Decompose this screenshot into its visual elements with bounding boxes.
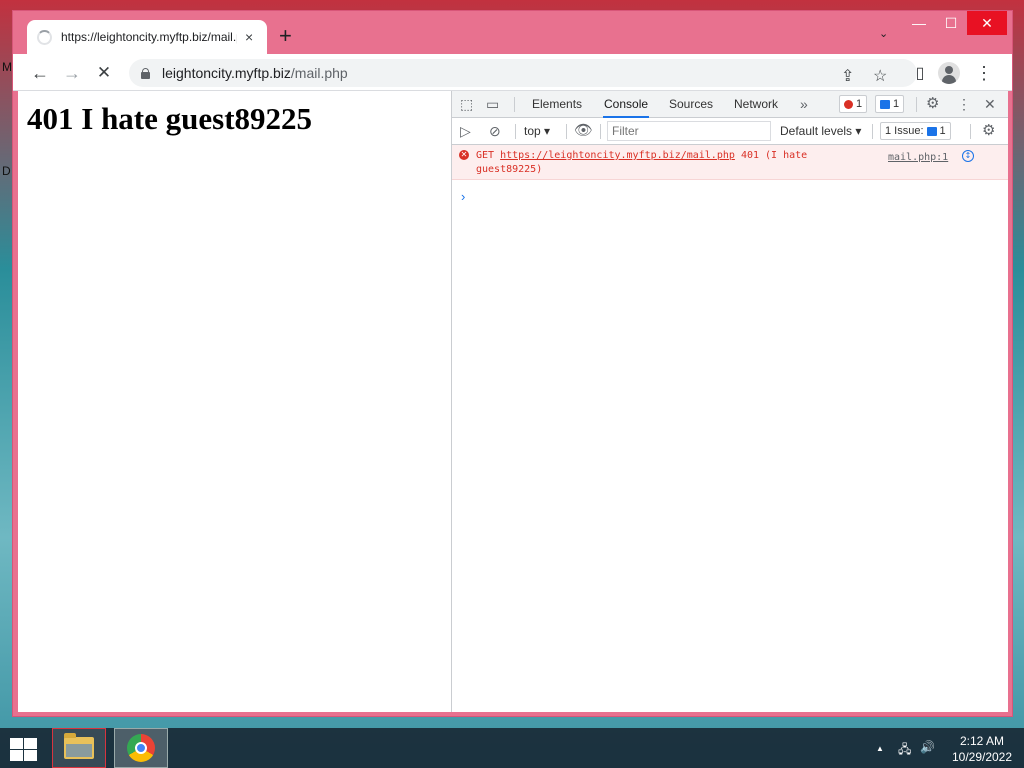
toolbar-divider — [872, 124, 873, 139]
toolbar-divider — [514, 97, 515, 112]
tab-elements[interactable]: Elements — [532, 91, 582, 118]
tab-search-icon[interactable]: ⌄ — [879, 27, 888, 40]
browser-window: https://leightoncity.myftp.biz/mail.php … — [12, 10, 1013, 717]
forward-button[interactable]: → — [59, 60, 85, 86]
desktop-label-d: D — [2, 164, 11, 178]
context-label: top — [524, 124, 541, 138]
bookmark-star-icon[interactable]: ☆ — [873, 66, 887, 86]
issue-message-icon — [926, 126, 937, 136]
error-dot-icon — [844, 99, 853, 109]
issues-button[interactable]: 1 Issue: 1 — [880, 122, 951, 140]
browser-tab[interactable]: https://leightoncity.myftp.biz/mail.php … — [27, 20, 267, 54]
close-devtools-icon[interactable]: ✕ — [984, 95, 996, 113]
console-error-message: ✕ GET https://leightoncity.myftp.biz/mai… — [452, 145, 1008, 180]
log-levels-dropdown[interactable]: Default levels ▾ — [780, 118, 861, 145]
chrome-taskbar-button[interactable] — [114, 728, 168, 768]
clock-date: 10/29/2022 — [951, 750, 1013, 764]
error-count: 1 — [856, 98, 863, 110]
message-count: 1 — [893, 98, 900, 110]
minimize-button[interactable]: — — [903, 11, 935, 35]
network-request-icon[interactable]: ↕ — [962, 150, 974, 162]
console-prompt[interactable]: › — [461, 189, 465, 204]
browser-toolbar: ← → ✕ leightoncity.myftp.biz/mail.php ⇪ … — [13, 54, 1012, 91]
error-text: GET https://leightoncity.myftp.biz/mail.… — [476, 149, 871, 177]
tab-console[interactable]: Console — [603, 91, 650, 118]
devtools-menu-icon[interactable]: ⋮ — [957, 95, 971, 113]
clear-console-icon[interactable]: ⊘ — [489, 122, 501, 140]
settings-gear-icon[interactable]: ⚙ — [926, 95, 939, 113]
menu-kebab-icon[interactable]: ⋮ — [971, 60, 997, 86]
tray-chevron-icon[interactable]: ▲ — [876, 744, 884, 753]
console-filter-input[interactable] — [607, 121, 771, 141]
message-icon — [880, 99, 890, 109]
error-count-badge[interactable]: 1 — [839, 95, 868, 113]
profile-avatar-icon[interactable] — [938, 62, 960, 84]
toolbar-divider — [600, 124, 601, 139]
message-count-badge[interactable]: 1 — [875, 95, 905, 113]
tab-title: https://leightoncity.myftp.biz/mail.php — [61, 30, 237, 44]
clock-time: 2:12 AM — [959, 734, 1005, 748]
devtools-tabbar: ⬚ ▭ Elements Console Sources Network » 1… — [452, 91, 1008, 118]
maximize-button[interactable]: ☐ — [935, 11, 967, 35]
lock-icon[interactable] — [141, 67, 150, 79]
address-bar[interactable]: leightoncity.myftp.biz/mail.php ⇪ ☆ — [129, 59, 917, 87]
network-icon[interactable]: 🖧 — [898, 740, 911, 761]
eye-icon[interactable]: 👁 — [574, 122, 593, 140]
side-panel-icon[interactable]: ▯ — [907, 60, 933, 86]
folder-icon — [64, 733, 94, 759]
volume-icon[interactable]: 🔊 — [920, 740, 935, 754]
title-bar: https://leightoncity.myftp.biz/mail.php … — [13, 11, 1012, 54]
page-content: 401 I hate guest89225 — [18, 91, 451, 712]
url-host: leightoncity.myftp.biz — [162, 65, 291, 81]
taskbar: ▲ 🖧 🔊 2:12 AM 10/29/2022 — [0, 728, 1024, 768]
error-status-continued: guest89225) — [476, 164, 543, 175]
toolbar-divider — [515, 124, 516, 139]
error-url-link[interactable]: https://leightoncity.myftp.biz/mail.php — [500, 150, 735, 161]
error-icon: ✕ — [459, 150, 469, 160]
toolbar-divider — [916, 97, 917, 112]
stop-loading-button[interactable]: ✕ — [91, 60, 117, 86]
url-path: /mail.php — [290, 65, 348, 81]
error-source-link[interactable]: mail.php:1 — [888, 151, 948, 165]
new-tab-button[interactable]: + — [279, 24, 292, 48]
toolbar-divider — [566, 124, 567, 139]
issues-count: 1 — [939, 125, 946, 137]
chrome-icon — [127, 734, 155, 762]
loading-spinner-icon — [37, 29, 52, 45]
share-icon[interactable]: ⇪ — [841, 66, 854, 86]
context-selector[interactable]: top ▾ — [524, 118, 550, 145]
file-explorer-button[interactable] — [52, 728, 106, 768]
device-toolbar-icon[interactable]: ▭ — [486, 95, 499, 113]
tab-network[interactable]: Network — [734, 91, 778, 118]
devtools-panel: ⬚ ▭ Elements Console Sources Network » 1… — [451, 91, 1008, 712]
inspect-element-icon[interactable]: ⬚ — [460, 95, 473, 113]
more-tabs-icon[interactable]: » — [800, 91, 808, 118]
toolbar-divider — [970, 124, 971, 139]
windows-start-icon[interactable] — [8, 737, 38, 761]
desktop-label-m: M — [2, 60, 12, 74]
issues-label: 1 Issue: — [885, 125, 924, 137]
back-button[interactable]: ← — [27, 60, 53, 86]
error-method: GET — [476, 150, 495, 161]
console-toolbar: ▷ ⊘ top ▾ 👁 Default levels ▾ 1 Issue: 1 ⚙ — [452, 118, 1008, 145]
tab-close-icon[interactable]: × — [245, 29, 253, 45]
tab-sources[interactable]: Sources — [669, 91, 713, 118]
console-settings-gear-icon[interactable]: ⚙ — [982, 122, 995, 140]
sidebar-toggle-icon[interactable]: ▷ — [460, 122, 471, 140]
page-heading: 401 I hate guest89225 — [27, 101, 313, 136]
system-clock[interactable]: 2:12 AM 10/29/2022 — [944, 733, 1020, 765]
log-levels-label: Default levels — [780, 124, 853, 138]
error-status: 401 (I hate — [740, 150, 808, 161]
close-window-button[interactable]: ✕ — [967, 11, 1007, 35]
